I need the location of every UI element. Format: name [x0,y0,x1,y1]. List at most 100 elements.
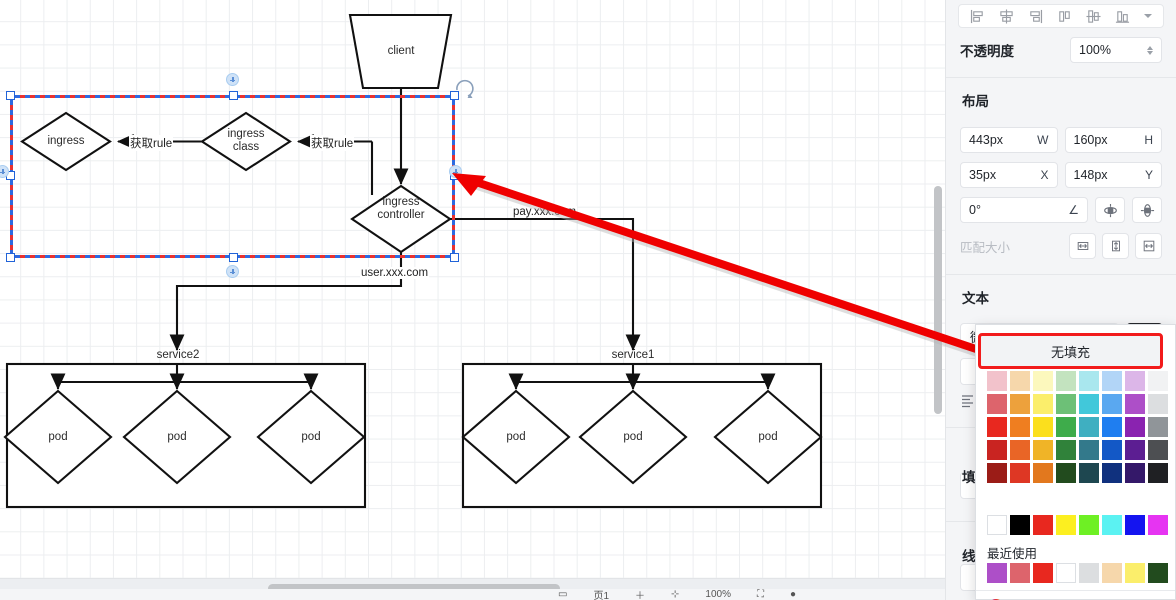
color-swatch[interactable] [1010,440,1030,460]
color-swatch[interactable] [1079,515,1099,535]
page-icon[interactable]: ▭ [558,589,567,600]
more-colors-row[interactable]: 更多颜色 [976,591,1175,600]
color-swatch[interactable] [1125,394,1145,414]
fit-icon[interactable]: ⊹ [671,589,679,600]
recent-color-swatch[interactable] [1102,563,1122,583]
color-swatch[interactable] [1125,440,1145,460]
color-swatch[interactable] [1148,417,1168,437]
color-swatch[interactable] [1033,440,1053,460]
resize-handle-se[interactable] [450,253,459,262]
color-swatch[interactable] [1010,371,1030,391]
color-swatch[interactable] [1010,417,1030,437]
width-input[interactable]: 443px W [960,127,1058,153]
color-swatch[interactable] [1010,394,1030,414]
color-swatch[interactable] [1125,371,1145,391]
color-swatch[interactable] [1056,394,1076,414]
color-swatch[interactable] [1079,463,1099,483]
color-swatch[interactable] [1033,515,1053,535]
color-swatch[interactable] [1125,463,1145,483]
match-height-button[interactable] [1102,233,1129,259]
recent-color-swatch[interactable] [1125,563,1145,583]
resize-handle-ne[interactable] [450,91,459,100]
recent-color-swatch[interactable] [1010,563,1030,583]
resize-handle-nw[interactable] [6,91,15,100]
color-swatch[interactable] [1102,371,1122,391]
align-bottom-icon[interactable] [1115,9,1130,24]
color-swatch[interactable] [1033,371,1053,391]
diagram-canvas[interactable]: client ingress ingress class ingress con… [0,0,945,578]
basic-color-row[interactable] [987,515,1168,535]
recent-color-swatch[interactable] [1079,563,1099,583]
color-swatch[interactable] [1056,463,1076,483]
color-swatch[interactable] [1010,463,1030,483]
align-left-icon[interactable] [970,9,985,24]
color-swatch[interactable] [1102,463,1122,483]
y-input[interactable]: 148px Y [1064,162,1162,188]
align-toolbar[interactable] [958,4,1164,28]
add-node-top-button[interactable] [226,73,239,86]
align-center-horizontal-icon[interactable] [999,8,1014,24]
color-swatch[interactable] [1148,515,1168,535]
color-swatch[interactable] [987,394,1007,414]
recent-colors-row[interactable] [987,563,1168,583]
align-center-vertical-icon[interactable] [1086,9,1101,24]
color-palette-grid[interactable] [987,371,1168,486]
color-swatch[interactable] [987,440,1007,460]
color-swatch[interactable] [987,463,1007,483]
selection-bounding-box[interactable] [6,91,459,262]
color-swatch[interactable] [1102,417,1122,437]
color-swatch[interactable] [1125,417,1145,437]
fullscreen-icon[interactable]: ⛶ [757,589,764,600]
color-swatch[interactable] [1148,371,1168,391]
match-both-button[interactable] [1135,233,1162,259]
add-node-right-button[interactable] [449,165,462,178]
color-swatch[interactable] [1079,417,1099,437]
resize-handle-n[interactable] [229,91,238,100]
match-width-button[interactable] [1069,233,1096,259]
color-swatch[interactable] [987,515,1007,535]
color-swatch[interactable] [1148,394,1168,414]
color-swatch[interactable] [1056,417,1076,437]
color-swatch[interactable] [1056,440,1076,460]
rotation-input[interactable]: 0° ∠ [960,197,1088,223]
opacity-input[interactable]: 100% [1070,37,1162,63]
color-swatch[interactable] [1125,515,1145,535]
help-icon[interactable]: ● [790,589,796,600]
align-right-icon[interactable] [1028,9,1043,24]
opacity-stepper[interactable] [1147,45,1153,55]
recent-color-swatch[interactable] [1033,563,1053,583]
color-swatch[interactable] [1079,440,1099,460]
recent-color-swatch[interactable] [1056,563,1076,583]
recent-color-swatch[interactable] [987,563,1007,583]
color-swatch[interactable] [1148,440,1168,460]
color-swatch[interactable] [987,417,1007,437]
color-swatch[interactable] [1056,371,1076,391]
text-align-icon[interactable] [960,393,976,409]
x-input[interactable]: 35px X [960,162,1058,188]
resize-handle-sw[interactable] [6,253,15,262]
flip-vertical-button[interactable] [1095,197,1125,223]
add-node-bottom-button[interactable] [226,265,239,278]
vertical-scrollbar-thumb[interactable] [934,186,942,414]
no-fill-button[interactable]: 无填充 [978,333,1163,369]
zoom-level[interactable]: 100% [705,589,731,600]
resize-handle-s[interactable] [229,253,238,262]
add-page-icon[interactable]: ＋ [635,589,645,600]
color-swatch[interactable] [987,371,1007,391]
recent-color-swatch[interactable] [1148,563,1168,583]
color-swatch[interactable] [1102,394,1122,414]
color-swatch[interactable] [1102,515,1122,535]
height-input[interactable]: 160px H [1064,127,1162,153]
color-swatch[interactable] [1033,417,1053,437]
color-swatch[interactable] [1010,515,1030,535]
color-swatch[interactable] [1056,515,1076,535]
more-align-icon[interactable] [1144,14,1152,18]
color-swatch[interactable] [1148,463,1168,483]
color-swatch[interactable] [1033,463,1053,483]
flip-horizontal-button[interactable] [1132,197,1162,223]
color-swatch[interactable] [1102,440,1122,460]
color-swatch[interactable] [1033,394,1053,414]
color-swatch[interactable] [1079,394,1099,414]
color-swatch[interactable] [1079,371,1099,391]
align-top-icon[interactable] [1057,9,1072,24]
